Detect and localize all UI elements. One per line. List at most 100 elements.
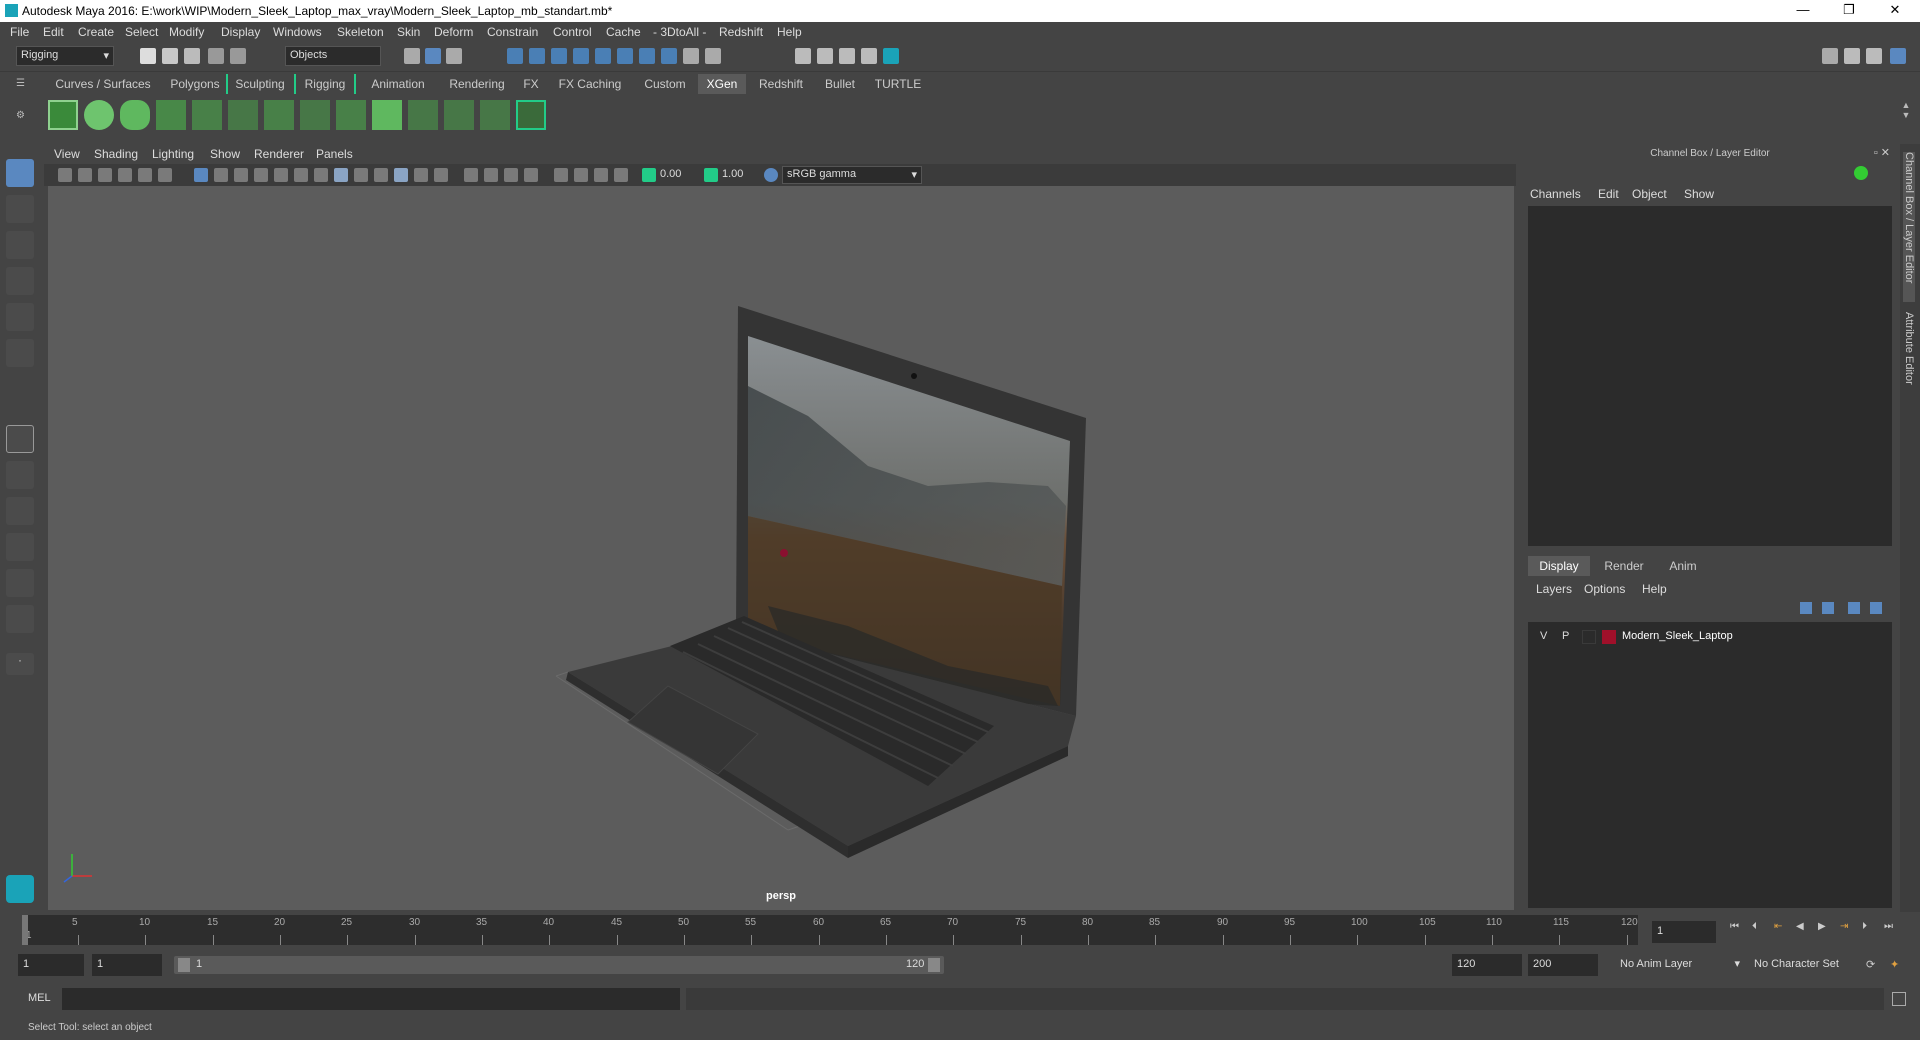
range-start-handle[interactable] (178, 958, 190, 972)
viewport-menu-lighting[interactable]: Lighting (152, 147, 194, 161)
selection-mask-field[interactable]: Objects (285, 46, 381, 66)
maximize-button[interactable]: ❐ (1826, 0, 1872, 22)
xgen-guides-to-curves-icon[interactable] (336, 100, 366, 130)
shelf-tab-animation[interactable]: Animation (360, 74, 436, 94)
workspace-icon[interactable] (1822, 48, 1838, 64)
layer-row[interactable]: V P Modern_Sleek_Laptop (1532, 628, 1888, 646)
layer-help-menu[interactable]: Help (1642, 582, 1667, 596)
menu-create[interactable]: Create (78, 25, 114, 39)
input-ops-icon[interactable] (705, 48, 721, 64)
layer-name[interactable]: Modern_Sleek_Laptop (1622, 630, 1733, 642)
xgen-grooming-icon[interactable] (408, 100, 438, 130)
persp-hypershade-layout-icon[interactable] (6, 569, 34, 597)
paint-select-tool-icon[interactable] (6, 231, 34, 259)
field-chart-icon[interactable] (254, 168, 268, 182)
shelf-tab-redshift[interactable]: Redshift (750, 74, 812, 94)
snap-grid-icon[interactable] (507, 48, 523, 64)
shelf-tab-custom[interactable]: Custom (634, 74, 696, 94)
xgen-add-guide-icon[interactable] (192, 100, 222, 130)
snap-view-plane-icon[interactable] (595, 48, 611, 64)
open-scene-icon[interactable] (162, 48, 178, 64)
new-layer-icon[interactable] (1848, 602, 1860, 614)
menu-cache[interactable]: Cache (606, 25, 641, 39)
menu-constrain[interactable]: Constrain (487, 25, 538, 39)
ipr-render-icon[interactable] (839, 48, 855, 64)
animation-start-field[interactable]: 1 (18, 954, 84, 976)
character-set-dropdown[interactable]: No Character Set (1750, 956, 1862, 974)
new-scene-icon[interactable] (140, 48, 156, 64)
select-object-icon[interactable] (425, 48, 441, 64)
next-key-icon[interactable]: ⇥ (1840, 921, 1852, 933)
xgen-place-guides-icon[interactable] (156, 100, 186, 130)
view-transform-dropdown[interactable]: sRGB gamma ▾ (782, 166, 922, 184)
history-icon[interactable] (639, 48, 655, 64)
shelf-tab-fx[interactable]: FX (516, 74, 546, 94)
menu-help[interactable]: Help (777, 25, 802, 39)
persp-node-editor-layout-icon[interactable] (6, 605, 34, 633)
panel-float-close-icon[interactable]: ▫ ✕ (1874, 146, 1890, 159)
save-scene-icon[interactable] (184, 48, 200, 64)
camera-select-icon[interactable] (58, 168, 72, 182)
command-language-toggle[interactable]: MEL (28, 992, 51, 1004)
channel-box-toggle-icon[interactable] (1890, 48, 1906, 64)
snap-surface-icon[interactable] (573, 48, 589, 64)
shelf-settings-icon[interactable]: ⚙ (16, 110, 30, 124)
motion-blur-icon[interactable] (484, 168, 498, 182)
panel-lock-icon[interactable] (1854, 166, 1868, 180)
xray-joints-icon[interactable] (594, 168, 608, 182)
layer-tab-anim[interactable]: Anim (1658, 556, 1708, 576)
xgen-layers-icon[interactable] (372, 100, 402, 130)
depth-of-field-icon[interactable] (524, 168, 538, 182)
prev-key-icon[interactable]: ⇤ (1774, 921, 1786, 933)
playback-start-field[interactable]: 1 (92, 954, 162, 976)
current-frame-field[interactable]: 1 (1652, 921, 1716, 943)
edit-menu[interactable]: Edit (1598, 187, 1619, 201)
shadows-icon[interactable] (434, 168, 448, 182)
xgen-lock-length-icon[interactable] (300, 100, 330, 130)
render-view-icon[interactable] (795, 48, 811, 64)
shelf-scroll-icon[interactable]: ▲ ▼ (1900, 100, 1912, 134)
viewport-menu-renderer[interactable]: Renderer (254, 147, 304, 161)
four-view-layout-icon[interactable] (6, 461, 34, 489)
anim-layer-dropdown[interactable]: No Anim Layer ▾ (1616, 956, 1740, 974)
help-icon[interactable] (661, 48, 677, 64)
new-layer-selected-icon[interactable] (1870, 602, 1882, 614)
script-editor-icon[interactable] (1892, 992, 1906, 1006)
shelf-tab-rendering[interactable]: Rendering (440, 74, 514, 94)
range-end-handle[interactable] (928, 958, 940, 972)
select-tool-icon[interactable] (6, 159, 34, 187)
resolution-gate-icon[interactable] (214, 168, 228, 182)
render-current-icon[interactable] (817, 48, 833, 64)
bookmark-icon[interactable] (98, 168, 112, 182)
menu-deform[interactable]: Deform (434, 25, 473, 39)
move-layer-down-icon[interactable] (1822, 602, 1834, 614)
wireframe-icon[interactable] (314, 168, 328, 182)
shelf-tab-turtle[interactable]: TURTLE (868, 74, 928, 94)
anti-aliasing-icon[interactable] (504, 168, 518, 182)
auto-key-icon[interactable]: ⟳ (1866, 958, 1878, 971)
image-plane-icon[interactable] (118, 168, 132, 182)
layer-tab-render[interactable]: Render (1592, 556, 1656, 576)
isolate-select-icon[interactable] (554, 168, 568, 182)
gate-mask-icon[interactable] (234, 168, 248, 182)
toolbox-more-icon[interactable]: · (6, 653, 34, 675)
go-to-start-icon[interactable]: ⏮ (1730, 921, 1742, 933)
shelf-tab-rigging[interactable]: Rigging (294, 74, 356, 94)
move-layer-up-icon[interactable] (1800, 602, 1812, 614)
current-time-marker[interactable] (22, 915, 28, 945)
snap-point-icon[interactable] (551, 48, 567, 64)
rotate-tool-icon[interactable] (6, 303, 34, 331)
menu-select[interactable]: Select (125, 25, 158, 39)
menu-file[interactable]: File (10, 25, 29, 39)
xgen-guide-select-icon[interactable] (264, 100, 294, 130)
xray-icon[interactable] (574, 168, 588, 182)
xgen-editor-icon[interactable] (48, 100, 78, 130)
xray-components-icon[interactable] (614, 168, 628, 182)
viewport-menu-view[interactable]: View (54, 147, 80, 161)
options-menu[interactable]: Options (1584, 582, 1625, 596)
layers-menu[interactable]: Layers (1536, 582, 1572, 596)
render-settings-icon[interactable] (861, 48, 877, 64)
safe-title-icon[interactable] (294, 168, 308, 182)
maya-home-icon[interactable] (6, 875, 34, 903)
camera-attributes-icon[interactable] (78, 168, 92, 182)
